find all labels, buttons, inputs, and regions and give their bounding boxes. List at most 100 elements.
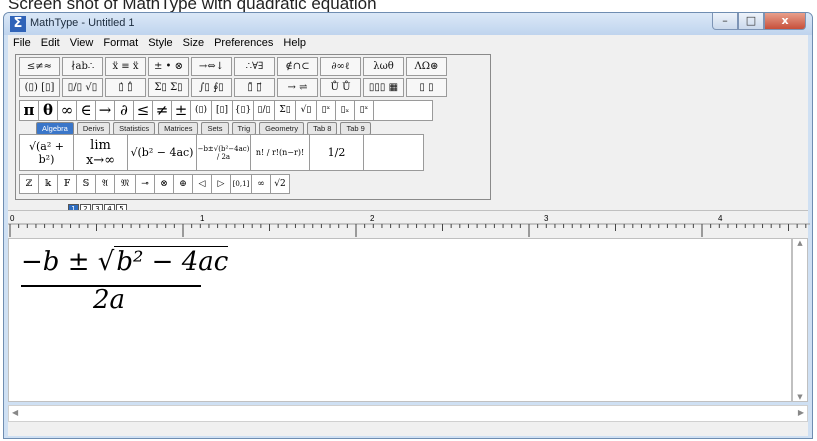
symbol-interval[interactable]: [0,1] (230, 174, 252, 194)
template-half[interactable]: 1/2 (309, 134, 364, 171)
palette-summations[interactable]: Σ▯ Σ▯ (148, 78, 189, 97)
template-superscript[interactable]: ▯ˣ (316, 100, 336, 121)
template-discriminant[interactable]: √(b² − 4ac) (127, 134, 197, 171)
symbol-right-arrow[interactable]: → (95, 100, 115, 121)
palette-subscripts[interactable]: ▯̇ ▯̂ (105, 78, 146, 97)
template-sub-sup[interactable]: ▯ˣ (354, 100, 374, 121)
template-parens[interactable]: (▯) (190, 100, 212, 121)
ruler-ticks: 0 1 2 3 4 (8, 214, 810, 237)
symbol-infinity-2[interactable]: ∞ (251, 174, 271, 194)
symbol-oplus[interactable]: ⊕ (173, 174, 193, 194)
symbol-leq[interactable]: ≤ (133, 100, 153, 121)
palette-bars[interactable]: ▯̄ ▯⃗ (234, 78, 275, 97)
palette-boxes[interactable]: ▯ ▯ (406, 78, 447, 97)
template-brackets[interactable]: [▯] (211, 100, 233, 121)
palette-operators[interactable]: ± • ⊗ (148, 57, 189, 76)
menu-view[interactable]: View (65, 37, 99, 49)
window-title: MathType - Untitled 1 (30, 17, 135, 29)
palette-logic[interactable]: ∴∀∃ (234, 57, 275, 76)
ruler-label-1: 1 (200, 214, 205, 223)
template-braces[interactable]: {▯} (232, 100, 254, 121)
symbol-integers[interactable]: ℤ (19, 174, 39, 194)
palette-products[interactable]: Ů Ů (320, 78, 361, 97)
symbol-palette-row-1: ≤≠≈ ∤ab∴ ẍ ≡ ẍ ± • ⊗ →⇔↓ ∴∀∃ ∉∩⊂ ∂∞ℓ λωθ… (19, 57, 449, 76)
menu-format[interactable]: Format (98, 37, 143, 49)
palette-panel: ≤≠≈ ∤ab∴ ẍ ≡ ẍ ± • ⊗ →⇔↓ ∴∀∃ ∉∩⊂ ∂∞ℓ λωθ… (15, 54, 491, 200)
scroll-left-icon[interactable]: ◀ (12, 408, 18, 417)
template-pythagoras[interactable]: √(a² + b²) (19, 134, 74, 171)
ruler-label-0: 0 (10, 214, 15, 223)
symbol-neq[interactable]: ≠ (152, 100, 172, 121)
symbol-field-k[interactable]: 𝕜 (38, 174, 58, 194)
symbol-pi[interactable]: π (19, 100, 39, 121)
scroll-right-icon[interactable]: ▶ (798, 408, 804, 417)
ruler-label-4: 4 (718, 214, 723, 223)
horizontal-scrollbar[interactable]: ◀ ▶ (8, 405, 808, 422)
template-fraction[interactable]: ▯/▯ (253, 100, 275, 121)
ruler[interactable]: 0 1 2 3 4 (8, 210, 810, 239)
menu-file[interactable]: File (8, 37, 36, 49)
symbol-plus-minus[interactable]: ± (171, 100, 191, 121)
symbol-triangle-left[interactable]: ◁ (192, 174, 212, 194)
equation-denominator: 2a (93, 285, 126, 315)
palette-relational[interactable]: ≤≠≈ (19, 57, 60, 76)
palette-misc[interactable]: ∂∞ℓ (320, 57, 361, 76)
symbol-set-s[interactable]: 𝕊 (76, 174, 96, 194)
palette-fences[interactable]: (▯) [▯] (19, 78, 60, 97)
template-combination[interactable]: n! / r!(n−r)! (250, 134, 310, 171)
symbol-fraktur-a[interactable]: 𝔄 (95, 174, 115, 194)
scroll-down-icon[interactable]: ▼ (793, 393, 807, 401)
equation-numerator: −b ± √b² − 4ac (21, 246, 229, 277)
menu-size[interactable]: Size (178, 37, 209, 49)
palette-embellishments[interactable]: ẍ ≡ ẍ (105, 57, 146, 76)
palette-arrows[interactable]: →⇔↓ (191, 57, 232, 76)
symbol-triangle-right[interactable]: ▷ (211, 174, 231, 194)
palette-fractions-radicals[interactable]: ▯/▯ √▯ (62, 78, 103, 97)
palette-greek-lower[interactable]: λωθ (363, 57, 404, 76)
symbol-element-of[interactable]: ∈ (76, 100, 96, 121)
menu-edit[interactable]: Edit (36, 37, 65, 49)
template-sqrt[interactable]: √▯ (295, 100, 317, 121)
close-button[interactable]: x (764, 13, 806, 30)
scroll-up-icon[interactable]: ▲ (793, 239, 807, 247)
title-bar: Σ MathType - Untitled 1 – □ x (4, 13, 812, 35)
maximize-button[interactable]: □ (738, 13, 764, 30)
symbol-field-f[interactable]: 𝔽 (57, 174, 77, 194)
radicand: b² − 4ac (114, 246, 229, 277)
expression-templates: √(a² + b²) lim x→∞ √(b² − 4ac) −b±√(b²−4… (19, 134, 424, 171)
palette-greek-upper[interactable]: ΛΩ⊛ (406, 57, 447, 76)
menu-style[interactable]: Style (143, 37, 177, 49)
toolbar-area: ≤≠≈ ∤ab∴ ẍ ≡ ẍ ± • ⊗ →⇔↓ ∴∀∃ ∉∩⊂ ∂∞ℓ λωθ… (8, 51, 808, 215)
symbol-theta[interactable]: θ (38, 100, 58, 121)
small-bar: π θ ∞ ∈ → ∂ ≤ ≠ ± (▯) [▯] {▯} ▯/▯ Σ▯ √▯ … (19, 100, 433, 121)
palette-labeled-arrows[interactable]: → ⇌ (277, 78, 318, 97)
template-limit[interactable]: lim x→∞ (73, 134, 128, 171)
vertical-scrollbar[interactable]: ▲ ▼ (792, 238, 808, 402)
template-palette-row-2: (▯) [▯] ▯/▯ √▯ ▯̇ ▯̂ Σ▯ Σ▯ ∫▯ ∮▯ ▯̄ ▯⃗ →… (19, 78, 449, 97)
symbol-multimap[interactable]: ⊸ (135, 174, 155, 194)
small-bar-empty-slot[interactable] (373, 100, 433, 121)
template-subscript[interactable]: ▯ₓ (335, 100, 355, 121)
minimize-button[interactable]: – (712, 13, 738, 30)
template-sum[interactable]: Σ▯ (274, 100, 296, 121)
equation-editor-area[interactable]: −b ± √b² − 4ac 2a (8, 238, 792, 402)
palette-spaces[interactable]: ∤ab∴ (62, 57, 103, 76)
template-quadratic[interactable]: −b±√(b²−4ac) / 2a (196, 134, 251, 171)
small-bar-2: ℤ 𝕜 𝔽 𝕊 𝔄 𝔐 ⊸ ⊗ ⊕ ◁ ▷ [0,1] ∞ √2 (19, 174, 290, 194)
equation: −b ± √b² − 4ac 2a (21, 246, 229, 315)
palette-integrals[interactable]: ∫▯ ∮▯ (191, 78, 232, 97)
symbol-partial[interactable]: ∂ (114, 100, 134, 121)
menu-preferences[interactable]: Preferences (209, 37, 278, 49)
symbol-otimes[interactable]: ⊗ (154, 174, 174, 194)
menu-help[interactable]: Help (278, 37, 311, 49)
ruler-label-3: 3 (544, 214, 549, 223)
symbol-sqrt-2[interactable]: √2 (270, 174, 290, 194)
menu-bar: File Edit View Format Style Size Prefere… (8, 35, 808, 51)
symbol-infinity[interactable]: ∞ (57, 100, 77, 121)
template-empty-slot[interactable] (363, 134, 424, 171)
symbol-fraktur-m[interactable]: 𝔐 (114, 174, 136, 194)
palette-sets[interactable]: ∉∩⊂ (277, 57, 318, 76)
palette-matrices[interactable]: ▯▯▯ ▦ (363, 78, 404, 97)
radical-sign: √ (97, 247, 115, 277)
ruler-label-2: 2 (370, 214, 375, 223)
